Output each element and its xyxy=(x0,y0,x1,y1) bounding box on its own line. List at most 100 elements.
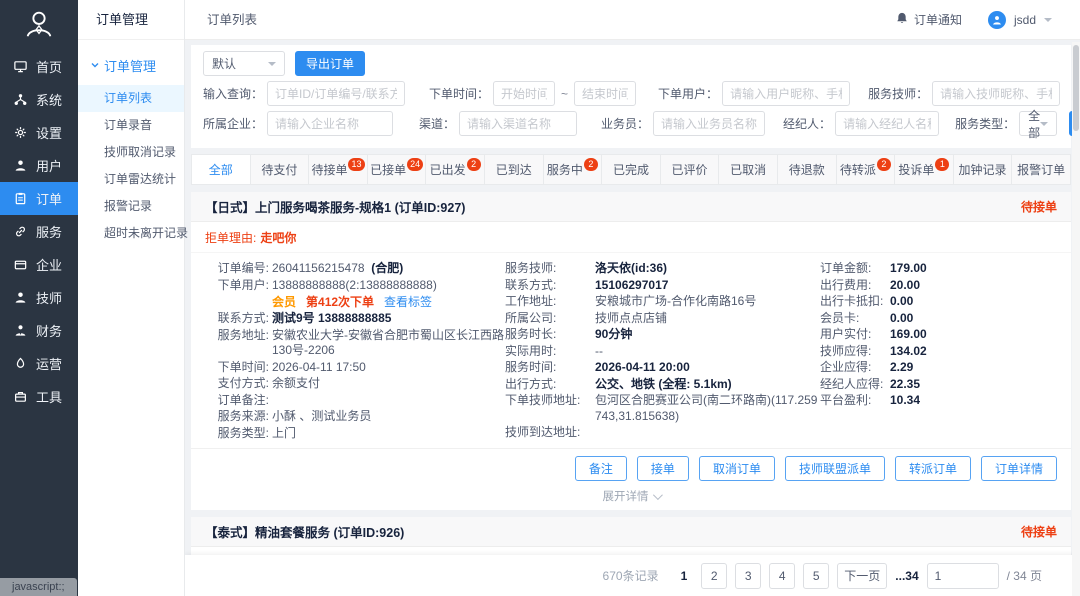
tab-all[interactable]: 全部 xyxy=(192,155,251,184)
count-badge: 1 xyxy=(935,158,949,171)
topbar-tab-order-list[interactable]: 订单列表 xyxy=(185,0,279,40)
field-label: 会员卡: xyxy=(820,311,890,327)
tab-pending-transfer[interactable]: 待转派2 xyxy=(837,155,896,184)
tab-arrived[interactable]: 已到达 xyxy=(485,155,544,184)
page-button[interactable]: 5 xyxy=(803,563,829,589)
service-tech-label: 服务技师： xyxy=(868,85,928,102)
channel-input[interactable] xyxy=(459,111,577,136)
tab-in-service[interactable]: 服务中2 xyxy=(544,155,603,184)
cancel-order-button[interactable]: 取消订单 xyxy=(699,456,775,481)
member-tag: 会员 xyxy=(272,294,296,310)
travel-card-deduction: 0.00 xyxy=(890,294,1057,310)
end-time-input[interactable] xyxy=(574,81,636,106)
avatar[interactable] xyxy=(988,11,1006,29)
sidebar-item-system[interactable]: 系统 xyxy=(0,83,78,116)
tab-pending-refund[interactable]: 待退款 xyxy=(778,155,837,184)
sidebar-item-settings[interactable]: 设置 xyxy=(0,116,78,149)
monitor-icon xyxy=(13,59,28,74)
service-type-select[interactable]: 全部 xyxy=(1019,111,1057,136)
expand-detail-toggle[interactable]: 展开详情 xyxy=(191,486,1071,510)
query-input[interactable] xyxy=(267,81,405,106)
username[interactable]: jsdd xyxy=(1014,13,1036,27)
field-label: 出行卡抵扣: xyxy=(820,294,890,310)
chevron-down-icon xyxy=(1040,122,1048,130)
sidebar-item-services[interactable]: 服务 xyxy=(0,215,78,248)
sidebar-item-orders[interactable]: 订单 xyxy=(0,182,78,215)
tab-accepted[interactable]: 已接单24 xyxy=(368,155,427,184)
order-title: 【日式】上门服务喝茶服务-规格1 (订单ID:927) xyxy=(205,197,465,216)
order-notification-button[interactable]: 订单通知 xyxy=(895,11,962,28)
order-detail-button[interactable]: 订单详情 xyxy=(981,456,1057,481)
sidebar-item-tools[interactable]: 工具 xyxy=(0,380,78,413)
salesman-label: 业务员： xyxy=(601,115,649,132)
agent-label: 经纪人： xyxy=(783,115,831,132)
order-user-label: 下单用户： xyxy=(658,85,718,102)
tab-pending-accept[interactable]: 待接单13 xyxy=(309,155,368,184)
tab-pending-payment[interactable]: 待支付 xyxy=(251,155,310,184)
submenu-item-order-recordings[interactable]: 订单录音 xyxy=(78,112,184,139)
service-tech-input[interactable] xyxy=(932,81,1060,106)
sidebar-item-technicians[interactable]: 技师 xyxy=(0,281,78,314)
order-technician-column: 服务技师:洛天依(id:36) 联系方式:15106297017 工作地址:安粮… xyxy=(505,261,820,442)
vertical-scrollbar[interactable] xyxy=(1072,42,1080,596)
submenu-item-overtime-records[interactable]: 超时未离开记录 xyxy=(78,220,184,247)
alliance-dispatch-button[interactable]: 技师联盟派单 xyxy=(785,456,885,481)
tab-complaints[interactable]: 投诉单1 xyxy=(895,155,954,184)
service-type: 上门 xyxy=(272,426,505,442)
sidebar-item-operations[interactable]: 运营 xyxy=(0,347,78,380)
remark-button[interactable]: 备注 xyxy=(575,456,627,481)
chevron-down-icon xyxy=(268,62,276,70)
chevron-down-icon[interactable] xyxy=(1044,18,1052,26)
content: 默认 导出订单 输入查询： 下单时间： ~ 下单用户： xyxy=(185,40,1080,596)
reject-reason-label: 拒单理由: xyxy=(205,231,256,245)
tab-add-time-records[interactable]: 加钟记录 xyxy=(954,155,1013,184)
submenu-item-technician-cancel-records[interactable]: 技师取消记录 xyxy=(78,139,184,166)
company-input[interactable] xyxy=(267,111,393,136)
view-tags-link[interactable]: 查看标签 xyxy=(384,294,432,310)
sidebar-item-finance[interactable]: 财务 xyxy=(0,314,78,347)
page-jump-input[interactable] xyxy=(927,563,999,589)
submenu-group-orders[interactable]: 订单管理 xyxy=(78,40,184,85)
app-logo[interactable] xyxy=(0,0,78,50)
chevron-down-icon xyxy=(652,490,662,500)
transfer-order-button[interactable]: 转派订单 xyxy=(895,456,971,481)
tab-reviewed[interactable]: 已评价 xyxy=(661,155,720,184)
page-button[interactable]: 3 xyxy=(735,563,761,589)
submenu-item-order-radar-stats[interactable]: 订单雷达统计 xyxy=(78,166,184,193)
primary-sidebar: 首页 系统 设置 用户 订单 服务 企业 技师 xyxy=(0,0,78,596)
platform-profit: 10.34 xyxy=(890,393,1057,409)
page-more[interactable]: ...34 xyxy=(895,569,918,583)
tab-label: 已评价 xyxy=(672,161,708,178)
sidebar-item-home[interactable]: 首页 xyxy=(0,50,78,83)
salesman-input[interactable] xyxy=(653,111,765,136)
tab-cancelled[interactable]: 已取消 xyxy=(719,155,778,184)
tab-departed[interactable]: 已出发2 xyxy=(426,155,485,184)
tab-alarm-orders[interactable]: 报警订单 xyxy=(1012,155,1070,184)
agent-input[interactable] xyxy=(835,111,939,136)
expand-detail-label: 展开详情 xyxy=(603,491,649,503)
order-user-column: 订单编号:26041156215478 (合肥) 下单用户:1388888888… xyxy=(205,261,505,442)
page-current[interactable]: 1 xyxy=(675,569,694,583)
preset-select[interactable]: 默认 xyxy=(203,51,285,76)
order-actions: 备注 接单 取消订单 技师联盟派单 转派订单 订单详情 xyxy=(191,448,1071,486)
sidebar-item-label: 财务 xyxy=(36,321,62,340)
next-page-button[interactable]: 下一页 xyxy=(837,563,887,589)
sidebar-item-enterprise[interactable]: 企业 xyxy=(0,248,78,281)
accept-order-button[interactable]: 接单 xyxy=(637,456,689,481)
page-button[interactable]: 2 xyxy=(701,563,727,589)
order-user-input[interactable] xyxy=(722,81,850,106)
page-button[interactable]: 4 xyxy=(769,563,795,589)
page-count-suffix: / 34 页 xyxy=(1007,567,1042,584)
submenu-item-order-list[interactable]: 订单列表 xyxy=(78,85,184,112)
sidebar-item-users[interactable]: 用户 xyxy=(0,149,78,182)
submenu-item-alarm-records[interactable]: 报警记录 xyxy=(78,193,184,220)
field-label: 联系方式: xyxy=(205,311,269,327)
order-status-badge: 待接单 xyxy=(1021,198,1057,215)
clipboard-icon xyxy=(13,191,28,206)
scrollbar-thumb[interactable] xyxy=(1073,45,1079,131)
tab-completed[interactable]: 已完成 xyxy=(602,155,661,184)
export-orders-button[interactable]: 导出订单 xyxy=(295,51,365,76)
start-time-input[interactable] xyxy=(493,81,555,106)
technician-earning: 134.02 xyxy=(890,344,1057,360)
preset-select-value: 默认 xyxy=(212,55,236,72)
